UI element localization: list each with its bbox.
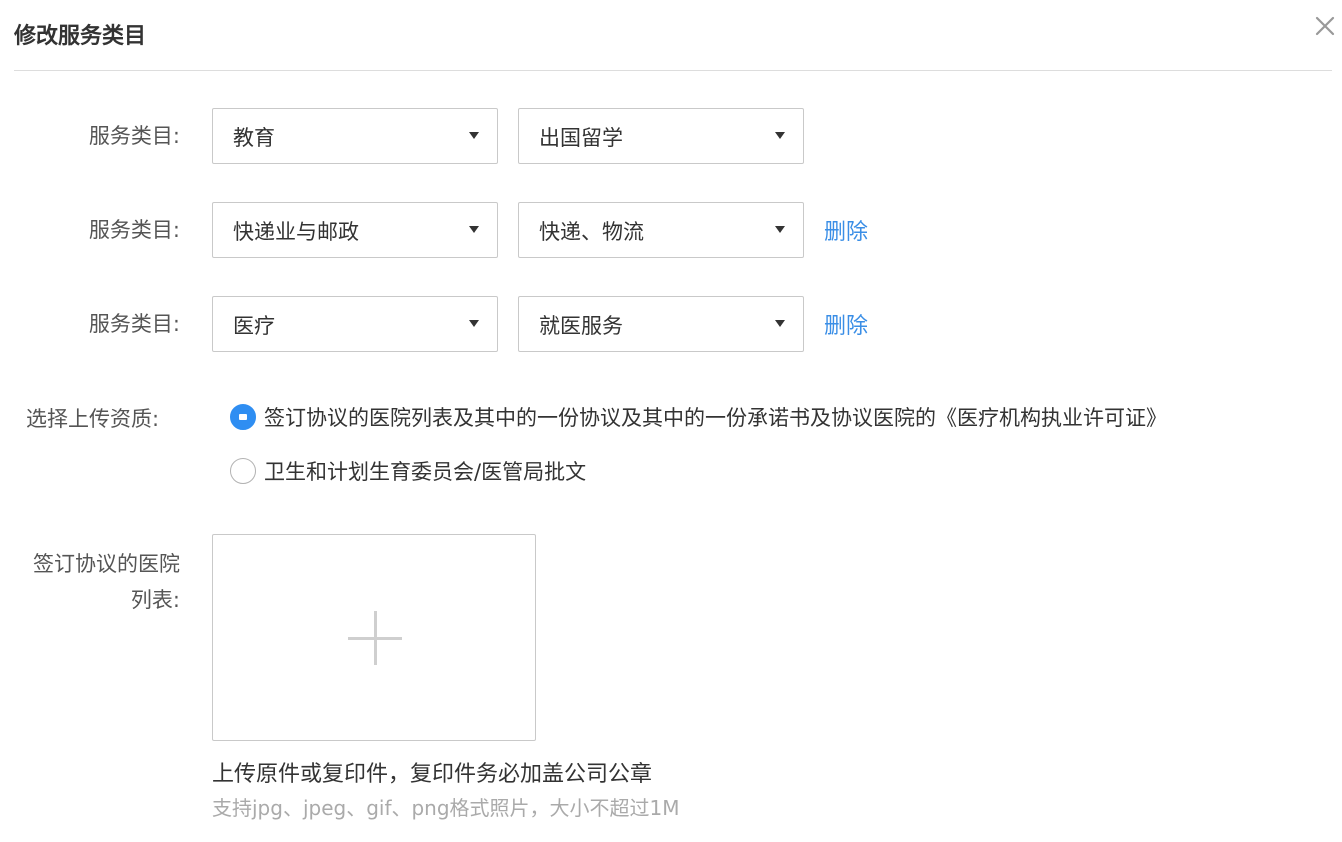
service-category-label: 服务类目: [88, 124, 180, 148]
upload-label: 签订协议的医院列表: [33, 552, 180, 612]
dialog-title: 修改服务类目 [14, 24, 147, 49]
edit-service-category-dialog: 修改服务类目 服务类目: 教育 出国留学 服务类目: 快递业与邮政 快递、物流 … [0, 0, 1342, 842]
plus-icon [374, 611, 377, 665]
close-icon[interactable] [1311, 12, 1339, 40]
radio-selected-icon[interactable] [230, 404, 256, 430]
qualification-option-label: 卫生和计划生育委员会/医管局批文 [264, 460, 587, 484]
secondary-category-select[interactable]: 就医服务 [518, 296, 804, 352]
caret-down-icon [469, 226, 479, 233]
primary-category-select[interactable]: 教育 [212, 108, 498, 164]
radio-unselected-icon[interactable] [230, 458, 256, 484]
upload-dropzone[interactable] [212, 534, 536, 741]
primary-category-value: 教育 [233, 126, 275, 150]
secondary-category-select[interactable]: 出国留学 [518, 108, 804, 164]
upload-hint: 上传原件或复印件，复印件务必加盖公司公章 [212, 762, 653, 787]
service-category-label: 服务类目: [88, 218, 180, 242]
primary-category-select[interactable]: 快递业与邮政 [212, 202, 498, 258]
caret-down-icon [469, 132, 479, 139]
caret-down-icon [775, 320, 785, 327]
qualification-option-label: 签订协议的医院列表及其中的一份协议及其中的一份承诺书及协议医院的《医疗机构执业许… [264, 406, 1167, 430]
primary-category-select[interactable]: 医疗 [212, 296, 498, 352]
secondary-category-value: 就医服务 [539, 314, 623, 338]
delete-category-link[interactable]: 删除 [824, 214, 868, 246]
service-category-label: 服务类目: [88, 312, 180, 336]
caret-down-icon [775, 132, 785, 139]
qualification-label: 选择上传资质: [26, 407, 160, 431]
delete-category-link[interactable]: 删除 [824, 308, 868, 340]
primary-category-value: 医疗 [233, 314, 275, 338]
primary-category-value: 快递业与邮政 [233, 220, 359, 244]
secondary-category-value: 快递、物流 [539, 220, 644, 244]
secondary-category-select[interactable]: 快递、物流 [518, 202, 804, 258]
secondary-category-value: 出国留学 [539, 126, 623, 150]
caret-down-icon [775, 226, 785, 233]
caret-down-icon [469, 320, 479, 327]
header-divider [14, 70, 1332, 71]
upload-format-hint: 支持jpg、jpeg、gif、png格式照片，大小不超过1M [212, 796, 680, 820]
